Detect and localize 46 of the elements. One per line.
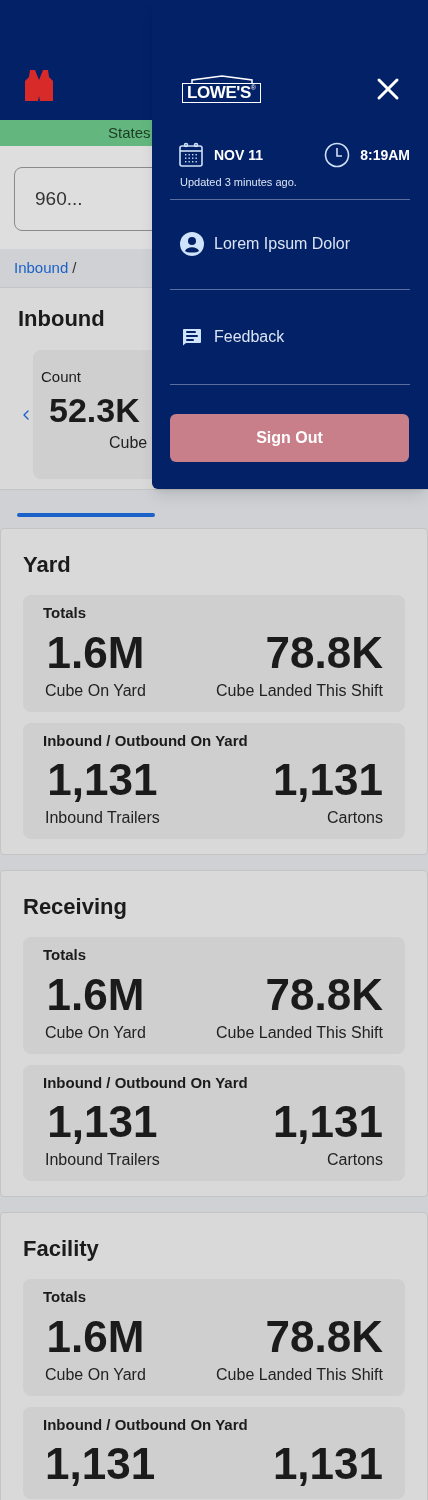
time-text: 8:19AM [360,145,410,165]
metric-value: 78.8K [265,968,383,1021]
metric-label: Cube Landed This Shift [216,1022,383,1043]
section-title: Yard [23,551,71,579]
metric-label: Cartons [326,1150,383,1170]
menu-item[interactable]: Lorem Ipsum Dolor [170,199,410,290]
metric-title: Count [41,367,83,387]
user-icon [180,232,204,256]
metric-label: Cube Landed This Shift [216,680,383,701]
calendar-icon [178,142,204,168]
card-title: Inbound [18,305,105,333]
section-title: Receiving [23,893,127,921]
metric-value: 1,131 [47,754,158,806]
metric-label: Cube On Yard [45,1022,146,1043]
metric-value: 1.6M [46,1310,145,1363]
metric-label: Cube [108,432,149,453]
metric-value: 1,131 [47,1096,158,1148]
metric-value: 1,131 [272,754,383,806]
panel-title: Inbound / Outbound On Yard [43,1072,249,1093]
metric-value: 1,131 [272,1096,383,1148]
menu-item[interactable]: Feedback [170,289,410,385]
metric-label: Cube Landed This Shift [216,1364,383,1385]
breadcrumb-link[interactable]: Inbound [14,256,69,280]
panel-title: Totals [43,603,88,623]
metric-label: Cartons [326,808,383,828]
metric-value: 1.6M [46,626,145,679]
panel-title: Totals [43,945,88,965]
updated-text: Updated 3 minutes ago. [179,175,298,190]
panel-title: Inbound / Outbound On Yard [43,730,249,751]
metric-label: Cube On Yard [45,680,146,701]
metric-label: Inbound Trailers [45,808,160,828]
vest-icon[interactable] [24,68,54,102]
metric-label: Cube On Yard [45,1364,146,1385]
breadcrumb-separator: / [72,257,77,278]
clock-icon [324,142,351,168]
panel-title: Totals [43,1287,88,1307]
metric-value: 78.8K [265,1310,383,1363]
panel-title: Inbound / Outbound On Yard [43,1414,249,1435]
metric-value: 78.8K [265,626,383,679]
metric-value: 1.6M [46,968,145,1021]
date-text: NOV 11 [214,145,264,165]
metric-value: 1,131 [45,1438,156,1490]
section-title: Facility [23,1235,99,1263]
metric-value: 52.3K [48,389,141,431]
metric-label: Inbound Trailers [45,1150,160,1170]
metric-value: 1,131 [272,1438,383,1490]
